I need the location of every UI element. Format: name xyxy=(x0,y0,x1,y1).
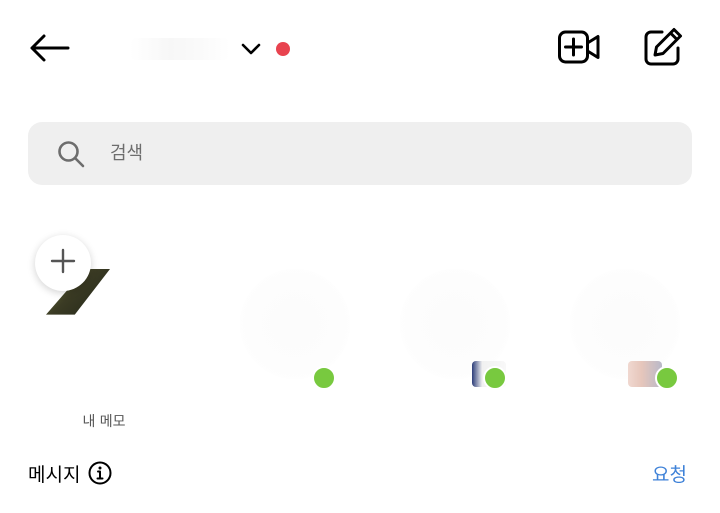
friend-avatar[interactable] xyxy=(400,269,510,387)
online-status-dot xyxy=(655,366,679,390)
account-switcher[interactable] xyxy=(130,30,290,68)
friend-note[interactable] xyxy=(560,225,690,435)
messages-title: 메시지 xyxy=(28,463,81,486)
account-name xyxy=(130,38,230,60)
requests-link[interactable]: 요청 xyxy=(652,458,687,488)
plus-icon xyxy=(50,248,76,278)
info-icon[interactable] xyxy=(88,461,112,485)
compose-message-button[interactable] xyxy=(640,26,686,72)
friend-note[interactable] xyxy=(390,225,520,435)
edit-icon xyxy=(642,26,684,72)
my-note-label: 내 메모 xyxy=(82,414,126,430)
search-bar[interactable] xyxy=(28,122,692,185)
online-status-dot xyxy=(312,366,336,390)
friend-note[interactable] xyxy=(230,225,360,435)
arrow-left-icon xyxy=(28,33,70,67)
search-icon xyxy=(56,139,86,169)
friend-avatar[interactable] xyxy=(240,269,350,379)
status-dot xyxy=(276,42,290,56)
direct-messages-screen: 내 메모 메시지 요청 xyxy=(0,0,720,513)
add-note-button[interactable] xyxy=(35,235,91,291)
video-plus-icon xyxy=(557,29,601,69)
online-status-dot xyxy=(483,366,507,390)
search-input[interactable] xyxy=(110,133,630,174)
back-button[interactable] xyxy=(26,30,72,70)
new-video-chat-button[interactable] xyxy=(556,28,602,70)
friend-avatar[interactable] xyxy=(570,269,680,387)
my-note[interactable]: 내 메모 xyxy=(0,225,200,435)
chevron-down-icon xyxy=(240,38,262,60)
messages-heading: 메시지 xyxy=(28,458,112,488)
notes-row: 내 메모 xyxy=(0,225,720,435)
